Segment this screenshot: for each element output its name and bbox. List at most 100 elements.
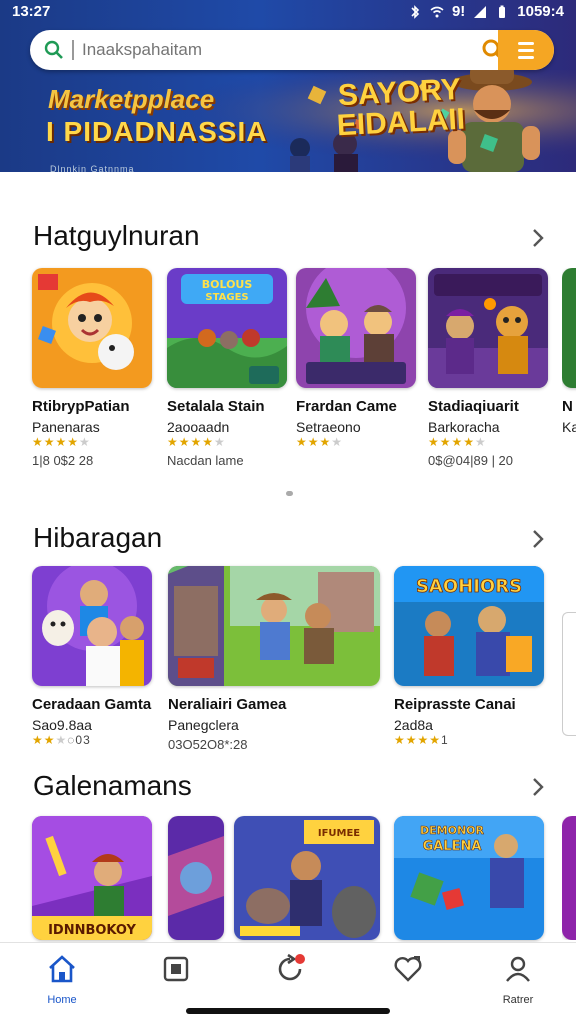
app-title: Neraliairi Gamea	[168, 696, 287, 713]
banner-promo[interactable]: SAYORY EIDALAII	[335, 73, 466, 143]
app-meta: 0$@04|89 | 20	[428, 453, 514, 468]
svg-text:STAGES: STAGES	[205, 292, 248, 303]
status-icons: 9! 1059:4	[408, 3, 564, 20]
page-indicator-dot	[286, 491, 293, 496]
section-title-3: Galenamans	[33, 770, 192, 801]
app-card[interactable]: SAOHIORS Reiprasste Canai 2ad8a ★★★★1	[394, 566, 544, 747]
wifi-icon	[430, 6, 444, 17]
search-divider	[72, 40, 74, 60]
home-indicator[interactable]	[186, 1008, 390, 1014]
app-card-partial[interactable]: N Ka	[562, 268, 576, 435]
app-title: Stadiaqiuarit	[428, 398, 519, 415]
app-thumbnail	[562, 816, 576, 940]
app-thumbnail	[168, 816, 224, 940]
svg-text:GALENA: GALENA	[423, 839, 482, 854]
nav-item-home[interactable]: Home	[22, 953, 102, 1006]
rating-suffix: 1	[441, 733, 449, 747]
banner-title: Marketpplace	[48, 84, 215, 114]
battery-icon	[499, 5, 506, 18]
app-card[interactable]	[168, 816, 224, 940]
app-subtitle: Sao9.8aa	[32, 717, 92, 733]
svg-text:BOLOUS: BOLOUS	[202, 278, 253, 291]
rating-stars: ★★★★★	[32, 435, 91, 449]
app-card[interactable]: IFUMEE	[234, 816, 380, 940]
side-scroll-handle[interactable]	[562, 612, 576, 736]
app-thumbnail: IFUMEE	[234, 816, 380, 940]
nav-label-profile: Ratrer	[502, 994, 534, 1006]
rating-stars: ★★★★★	[167, 435, 226, 449]
status-bar: 13:27 9! 1059:4	[0, 0, 576, 26]
app-title: N	[562, 398, 573, 415]
banner-subtitle: I PIDADNASSIA	[46, 116, 268, 147]
app-card[interactable]: RtibrypPatian Panenaras ★★★★★ 1|8 0$2 28	[32, 268, 152, 468]
rating-stars: ★★★◌03	[32, 733, 91, 747]
carrier-label: 9!	[451, 3, 466, 20]
search-input[interactable]	[82, 30, 462, 70]
section-title-2: Hibaragan	[33, 522, 163, 553]
app-subtitle: 2aooaadn	[167, 419, 230, 435]
app-title: Ceradaan Gamta	[32, 696, 152, 713]
nav-label-home: Home	[47, 994, 77, 1006]
banner-promo-line2: EIDALAII	[335, 102, 466, 143]
battery-label: 1059:4	[517, 3, 564, 20]
apps-icon	[163, 956, 189, 982]
app-card[interactable]: IDNNBOKOY	[32, 816, 152, 940]
bluetooth-icon	[411, 4, 420, 19]
app-card[interactable]: Neraliairi Gamea Panegclera 03O52O8*:28	[168, 566, 380, 752]
signal-icon	[474, 5, 487, 18]
app-thumbnail: DEMONOR GALENA	[394, 816, 544, 940]
menu-button[interactable]	[498, 30, 554, 70]
app-subtitle: Panegclera	[168, 717, 239, 733]
app-thumbnail: IDNNBOKOY	[32, 816, 152, 940]
nav-item-favorites[interactable]	[368, 953, 448, 990]
refresh-icon	[278, 953, 305, 981]
app-subtitle: Setraeono	[296, 419, 361, 435]
app-screen: 13:27 9! 1059:4 Inaakspahaitam Marketppl…	[0, 0, 576, 1024]
section-title-1: Hatguylnuran	[33, 220, 200, 251]
thumb-caption: IDNNBOKOY	[48, 923, 136, 938]
app-title: RtibrypPatian	[32, 398, 130, 415]
app-title: Frardan Came	[296, 398, 397, 415]
app-meta: 03O52O8*:28	[168, 737, 248, 752]
app-thumbnail	[428, 268, 548, 388]
rating-stars: ★★★★★	[428, 435, 487, 449]
app-card[interactable]: Stadiaqiuarit Barkoracha ★★★★★ 0$@04|89 …	[428, 268, 548, 468]
app-thumbnail	[168, 566, 380, 686]
chevron-right-icon[interactable]	[530, 528, 546, 550]
app-thumbnail	[296, 268, 416, 388]
app-subtitle: Ka	[562, 419, 576, 435]
app-title: Reiprasste Canai	[394, 696, 516, 713]
app-thumbnail	[32, 566, 152, 686]
search-icon	[44, 40, 63, 59]
profile-icon	[506, 956, 530, 982]
rating-suffix: ◌03	[67, 733, 91, 747]
chevron-right-icon[interactable]	[530, 776, 546, 798]
app-subtitle: Panenaras	[32, 419, 100, 435]
app-card-partial[interactable]	[562, 816, 576, 940]
header-banner: 13:27 9! 1059:4 Inaakspahaitam Marketppl…	[0, 0, 576, 172]
nav-item-apps[interactable]	[136, 953, 216, 990]
app-thumbnail	[562, 268, 576, 388]
svg-text:SAOHIORS: SAOHIORS	[416, 576, 522, 597]
app-card[interactable]: Ceradaan Gamta Sao9.8aa ★★★◌03	[32, 566, 152, 747]
app-subtitle: 2ad8a	[394, 717, 433, 733]
app-card[interactable]: BOLOUS STAGES Setalala Stain 2aooaadn ★★★…	[167, 268, 287, 468]
app-subtitle: Barkoracha	[428, 419, 500, 435]
app-thumbnail	[32, 268, 152, 388]
app-meta: 1|8 0$2 28	[32, 453, 94, 468]
app-title: Setalala Stain	[167, 398, 265, 415]
app-thumbnail: BOLOUS STAGES	[167, 268, 287, 388]
banner-caption: Dlnnkin Gatnnma	[50, 164, 135, 172]
status-time: 13:27	[12, 3, 51, 20]
app-meta: Nacdan lame	[167, 453, 244, 468]
nav-item-profile[interactable]: Ratrer	[478, 953, 558, 1006]
app-card[interactable]: DEMONOR GALENA	[394, 816, 544, 940]
app-card[interactable]: Frardan Came Setraeono ★★★★	[296, 268, 416, 449]
rating-stars: ★★★★	[296, 435, 344, 449]
thumb-caption: IFUMEE	[318, 828, 360, 839]
chevron-right-icon[interactable]	[530, 227, 546, 249]
heart-icon	[394, 956, 422, 982]
nav-item-updates[interactable]	[250, 953, 330, 990]
search-bar[interactable]	[30, 30, 554, 70]
home-icon	[49, 955, 75, 983]
